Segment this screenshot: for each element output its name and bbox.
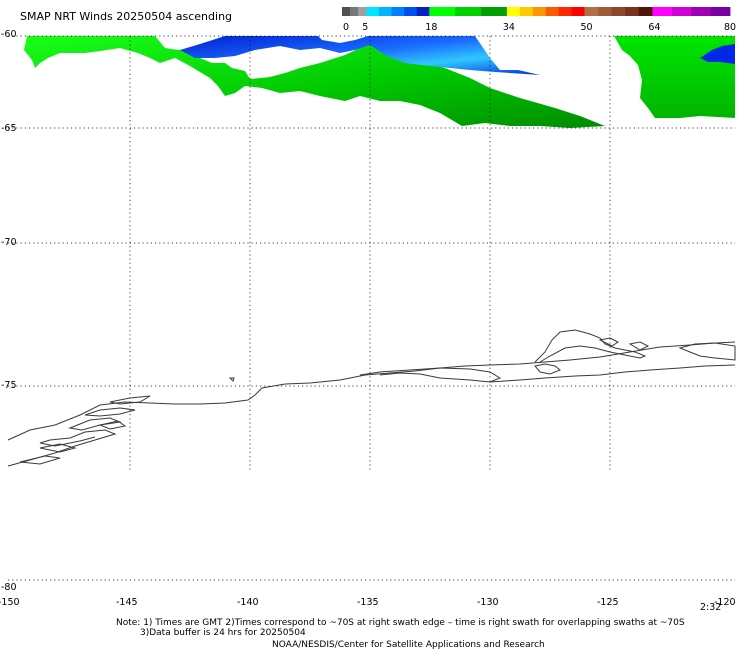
lon-label: -135 xyxy=(357,597,379,608)
colorbar-tick-label: 50 xyxy=(581,22,593,33)
colorbar-swatch xyxy=(378,7,392,16)
wind-field-green-left xyxy=(24,36,605,128)
colorbar-swatch xyxy=(358,7,367,16)
colorbar-swatch xyxy=(691,7,711,16)
colorbar-swatch xyxy=(429,7,456,16)
colorbar-swatch xyxy=(638,7,653,16)
credit-line: NOAA/NESDIS/Center for Satellite Applica… xyxy=(272,640,545,650)
wind-swath-left xyxy=(24,36,605,128)
colorbar-swatch xyxy=(391,7,405,16)
footnotes: Note: 1) Times are GMT 2)Times correspon… xyxy=(116,618,685,650)
colorbar-tick-label: 80 xyxy=(724,22,736,33)
wind-swath-right xyxy=(614,36,735,118)
colorbar-swatch xyxy=(571,7,585,16)
lat-label: -65 xyxy=(1,123,17,134)
lon-label: -140 xyxy=(237,597,259,608)
colorbar-swatch xyxy=(652,7,673,16)
colorbar-swatch xyxy=(481,7,508,16)
colorbar-swatch xyxy=(545,7,560,16)
colorbar-swatch xyxy=(598,7,613,16)
colorbar-swatch xyxy=(710,7,731,16)
lat-label: -70 xyxy=(1,237,17,248)
colorbar-tick-label: 5 xyxy=(362,22,368,33)
colorbar-tick-label: 0 xyxy=(343,22,349,33)
colorbar-swatch xyxy=(625,7,640,16)
colorbar-swatch xyxy=(455,7,482,16)
longitude-labels: -150 -145 -140 -135 -130 -125 -120 xyxy=(0,597,736,608)
lon-label: -150 xyxy=(0,597,20,608)
colorbar-tick-label: 64 xyxy=(648,22,660,33)
colorbar-swatch xyxy=(519,7,534,16)
colorbar-swatch xyxy=(532,7,547,16)
colorbar-swatch xyxy=(558,7,572,16)
lat-label: -75 xyxy=(1,380,17,391)
colorbar-swatch xyxy=(671,7,692,16)
lon-label: -125 xyxy=(597,597,619,608)
map-title: SMAP NRT Winds 20250504 ascending xyxy=(20,10,232,23)
colorbar-tick-label: 18 xyxy=(425,22,437,33)
note-line-1: Note: 1) Times are GMT 2)Times correspon… xyxy=(116,618,685,628)
note-line-2: 3)Data buffer is 24 hrs for 20250504 xyxy=(140,628,306,638)
colorbar-swatch xyxy=(342,7,351,16)
colorbar-tick-label: 34 xyxy=(503,22,515,33)
colorbar-swatch xyxy=(611,7,626,16)
lon-label: -145 xyxy=(116,597,138,608)
colorbar-swatch xyxy=(416,7,430,16)
lat-label: -80 xyxy=(1,582,17,593)
lat-lon-grid xyxy=(8,35,735,581)
lat-label: -60 xyxy=(1,29,17,40)
lon-label: -130 xyxy=(477,597,499,608)
wind-speed-colorbar: 0 5 18 34 50 64 80 xyxy=(342,7,736,33)
antarctic-coastline xyxy=(7,329,736,467)
colorbar-swatch xyxy=(350,7,359,16)
colorbar-swatch xyxy=(584,7,599,16)
latitude-labels: -60 -65 -70 -75 -80 xyxy=(1,29,17,593)
colorbar-swatch xyxy=(404,7,418,16)
colorbar-swatch xyxy=(506,7,521,16)
time-label: 2:32 xyxy=(700,602,721,613)
colorbar-swatch xyxy=(366,7,380,16)
wind-map: SMAP NRT Winds 20250504 ascending 0 5 18 34… xyxy=(0,7,736,650)
